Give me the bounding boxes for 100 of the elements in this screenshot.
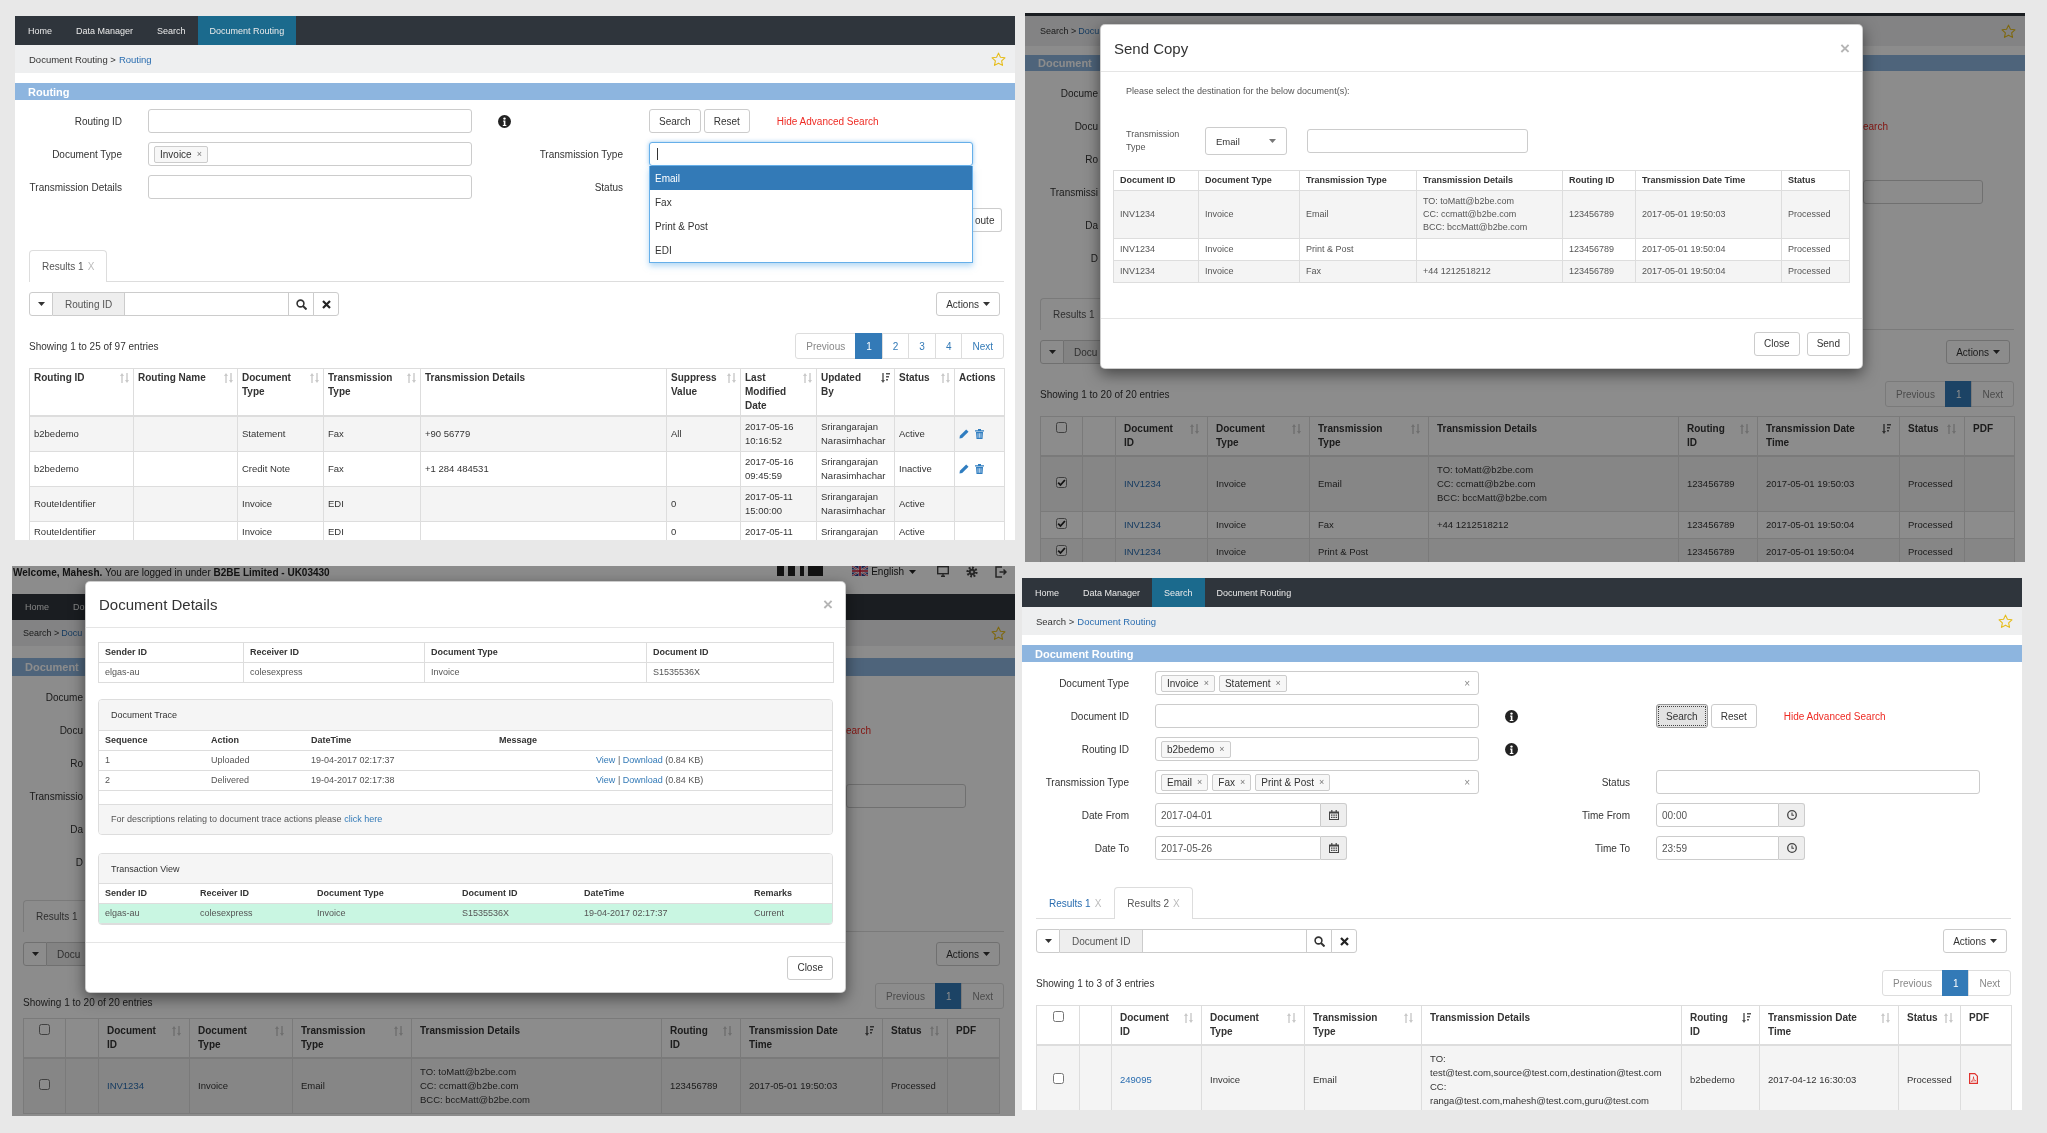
dialog-button[interactable]: Close: [787, 955, 833, 980]
click-here-link[interactable]: click here: [344, 814, 383, 824]
text-field[interactable]: [148, 109, 472, 133]
clock-button[interactable]: [1779, 836, 1805, 860]
nav-tab[interactable]: Home: [1023, 578, 1071, 607]
toggle-search-link[interactable]: earch: [846, 724, 1015, 736]
actions-button[interactable]: Actions: [936, 292, 1000, 316]
nav-tab[interactable]: Search: [145, 16, 198, 45]
checkbox[interactable]: [1056, 517, 1067, 529]
text-field[interactable]: [1863, 180, 1983, 204]
actions-button[interactable]: Actions: [1943, 929, 2007, 953]
text-field[interactable]: [1656, 770, 1980, 794]
clear-selection-button[interactable]: ×: [1464, 677, 1470, 689]
selected-tag[interactable]: Invoice ×: [1161, 674, 1215, 692]
column-menu-button[interactable]: [23, 942, 47, 966]
search-button[interactable]: Search: [1656, 704, 1708, 728]
checkbox[interactable]: [1056, 544, 1067, 556]
star-icon[interactable]: [991, 625, 1006, 641]
nav-tab[interactable]: Do: [61, 594, 97, 620]
results-tab[interactable]: Results 1 X: [1036, 887, 1115, 919]
date-field[interactable]: 2017-05-26: [1155, 836, 1321, 860]
toggle-search-link[interactable]: earch: [1863, 120, 2025, 132]
nav-tab[interactable]: Document Routing: [1204, 578, 1304, 607]
select-field[interactable]: Email: [1205, 127, 1287, 155]
remove-tag-button[interactable]: ×: [1197, 777, 1203, 787]
selected-tag[interactable]: Email ×: [1161, 773, 1209, 791]
calendar-button[interactable]: [1321, 803, 1347, 827]
breadcrumb-link[interactable]: Document Routing: [1077, 615, 1156, 627]
pagination-button[interactable]: 1: [1944, 381, 1973, 407]
pagination-button[interactable]: 3: [908, 333, 936, 359]
trash-icon[interactable]: [975, 429, 984, 439]
actions-button[interactable]: Actions: [1946, 340, 2010, 364]
breadcrumb-link[interactable]: Docu: [61, 628, 83, 638]
view-link[interactable]: View: [596, 775, 616, 785]
results-tab[interactable]: Results 1 X: [29, 250, 108, 282]
dialog-button[interactable]: Send: [1806, 331, 1850, 356]
time-field[interactable]: 23:59: [1656, 836, 1779, 860]
download-link[interactable]: Download: [622, 775, 663, 785]
selected-tag[interactable]: Fax ×: [1212, 773, 1252, 791]
selected-tag[interactable]: Print & Post ×: [1255, 773, 1331, 791]
nav-tab[interactable]: Data Manager: [64, 16, 146, 45]
remove-tag-button[interactable]: ×: [1275, 678, 1281, 688]
remove-tag-button[interactable]: ×: [1239, 777, 1246, 787]
star-icon[interactable]: [991, 51, 1006, 67]
breadcrumb-link[interactable]: Docu: [1078, 26, 1100, 36]
reset-button[interactable]: Reset: [703, 109, 750, 133]
text-field[interactable]: [846, 784, 966, 808]
remove-tag-button[interactable]: ×: [1203, 678, 1209, 688]
clear-selection-button[interactable]: ×: [1464, 776, 1470, 788]
table-row[interactable]: RouteIdentifier Invoice EDI 0 2017-05-11 15:00:00 Srirangarajan Narasimhachar Active: [29, 486, 1005, 522]
checkbox[interactable]: [1052, 1072, 1064, 1084]
dialog-button[interactable]: Close: [1754, 331, 1800, 356]
table-row[interactable]: b2bedemo Credit Note Fax +1 284 484531 2017-05-16 09:45:59 Srirangarajan Narasimhachar Inactive: [29, 451, 1005, 487]
pencil-icon[interactable]: [959, 464, 969, 474]
search-button[interactable]: Search: [649, 109, 701, 133]
pagination-button[interactable]: 2: [881, 333, 910, 359]
table-row[interactable]: INV1234 Invoice Email TO: toMatt@b2be.com CC: ccmatt@b2be.com BCC: bccMatt@b2be.com 123456789 2017-05-01 19:50:03 Processed: [1040, 456, 2015, 512]
checkbox[interactable]: [1052, 1011, 1064, 1022]
filter-input[interactable]: [125, 292, 290, 316]
document-link[interactable]: INV1234: [1124, 519, 1161, 530]
info-icon[interactable]: [1505, 709, 1518, 723]
monitor-icon[interactable]: [937, 566, 949, 577]
info-icon[interactable]: [1505, 742, 1518, 756]
filter-input[interactable]: [1143, 929, 1308, 953]
calendar-button[interactable]: [1321, 836, 1347, 860]
language-select[interactable]: English: [871, 566, 916, 577]
clear-button[interactable]: [1331, 929, 1358, 953]
text-field[interactable]: [1307, 129, 1528, 153]
trash-icon[interactable]: [975, 464, 984, 474]
checkbox[interactable]: [1056, 422, 1067, 433]
download-link[interactable]: Download: [622, 755, 663, 765]
search-button[interactable]: [288, 292, 315, 316]
text-field[interactable]: [1155, 704, 1479, 728]
results-tab[interactable]: Results 1: [1040, 298, 1100, 330]
checkbox[interactable]: [39, 1078, 50, 1090]
nav-tab[interactable]: Document Routing: [197, 16, 297, 45]
toggle-search-link[interactable]: Hide Advanced Search: [776, 115, 879, 127]
table-row[interactable]: b2bedemo Statement Fax +90 56779 All 2017-05-16 10:16:52 Srirangarajan Narasimhachar Active: [29, 416, 1005, 452]
form-button[interactable]: oute: [973, 208, 1003, 232]
selected-tag[interactable]: b2bedemo ×: [1161, 740, 1231, 758]
clear-button[interactable]: [313, 292, 340, 316]
star-icon[interactable]: [1998, 613, 2013, 629]
search-button[interactable]: [1306, 929, 1333, 953]
logout-icon[interactable]: [995, 566, 1007, 578]
nav-tab[interactable]: Data Manager: [1071, 578, 1153, 607]
pagination-button[interactable]: 1: [855, 333, 883, 359]
actions-button[interactable]: Actions: [936, 942, 1000, 966]
multi-select-field[interactable]: Invoice × Statement × ×: [1155, 671, 1479, 695]
star-icon[interactable]: [2001, 23, 2016, 39]
toggle-search-link[interactable]: Hide Advanced Search: [1783, 710, 1886, 722]
pagination-button[interactable]: 1: [1941, 970, 1970, 996]
dropdown-option[interactable]: Email: [650, 166, 972, 190]
dropdown-option[interactable]: Print & Post: [650, 214, 972, 238]
column-menu-button[interactable]: [1036, 929, 1060, 953]
remove-tag-button[interactable]: ×: [1219, 744, 1225, 754]
table-row[interactable]: INV1234 Invoice Fax +44 1212518212 123456789 2017-05-01 19:50:04 Processed: [1040, 511, 2015, 539]
pagination-button[interactable]: 1: [934, 983, 963, 1009]
results-tab[interactable]: Results 1: [23, 900, 85, 932]
date-field[interactable]: 2017-04-01: [1155, 803, 1321, 827]
gear-icon[interactable]: [966, 566, 978, 578]
